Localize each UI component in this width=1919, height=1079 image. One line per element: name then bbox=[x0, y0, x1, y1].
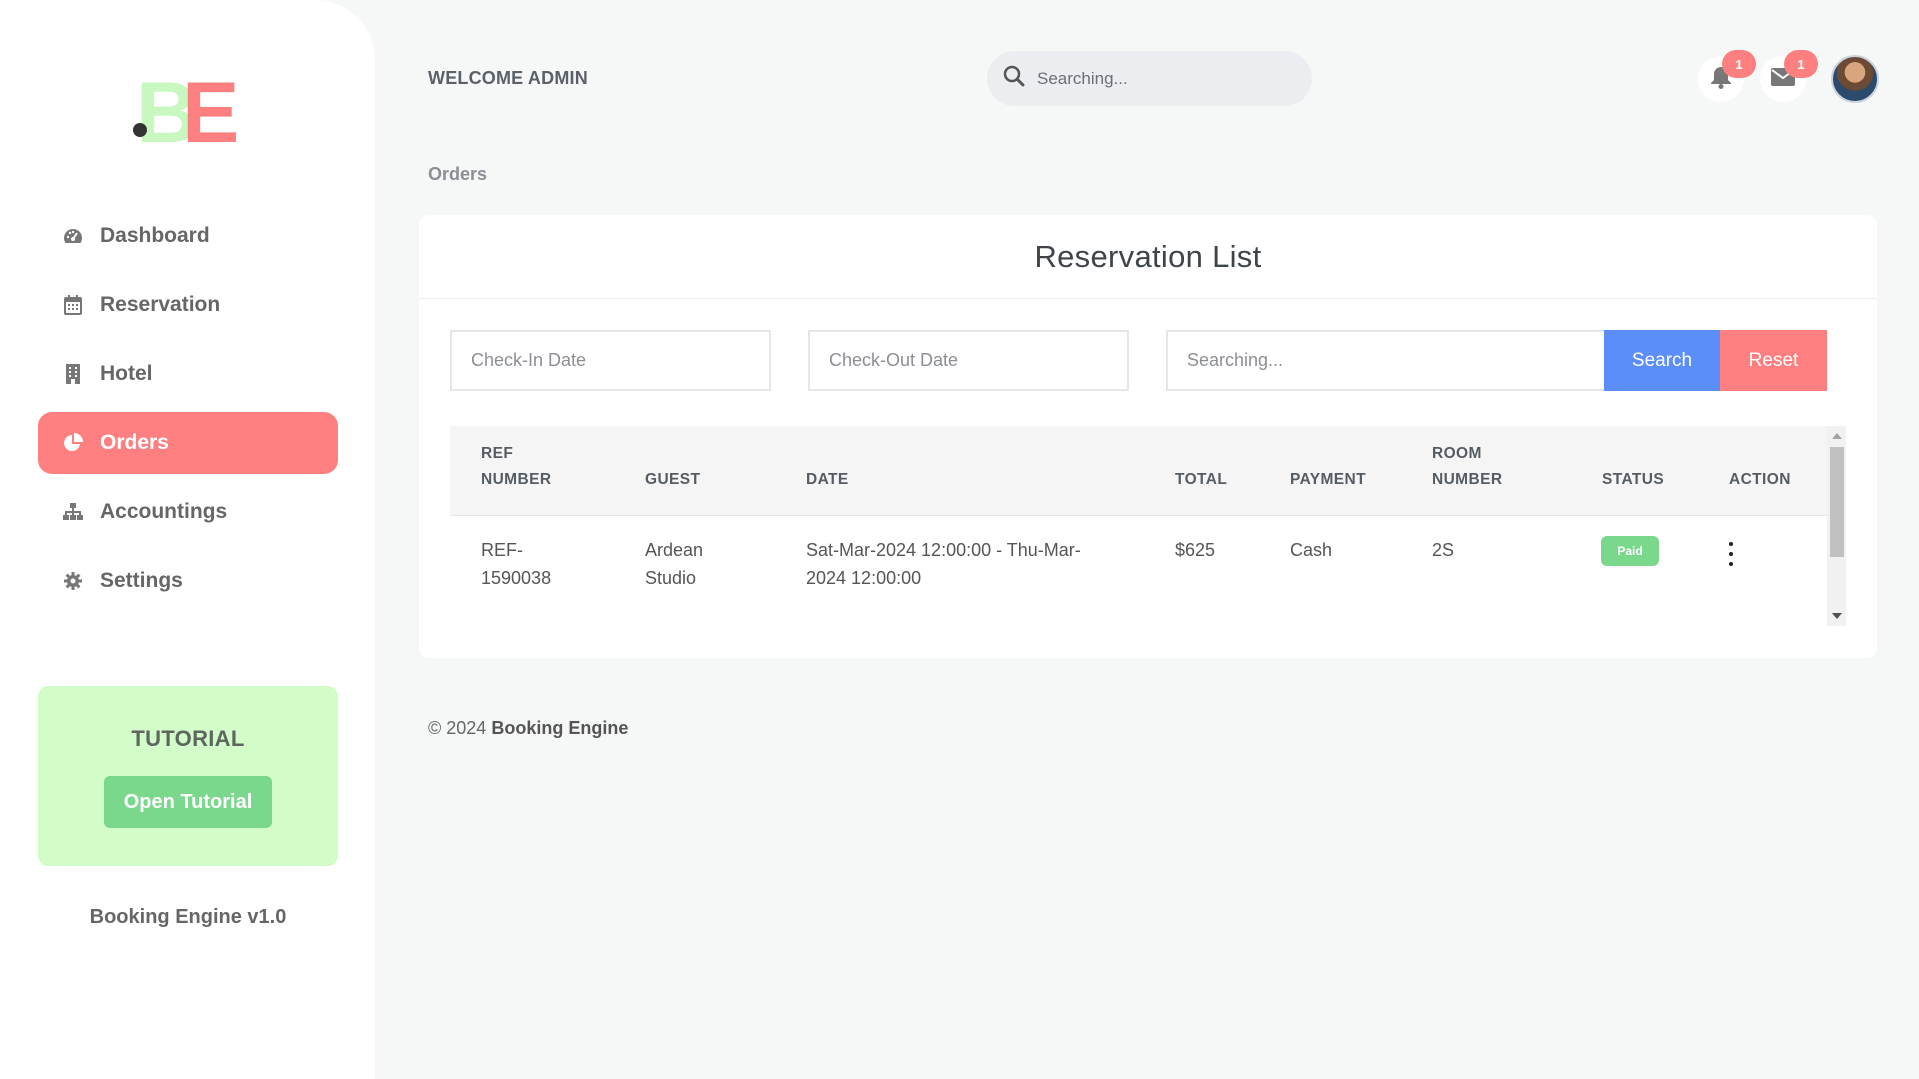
scroll-down-arrow-icon[interactable] bbox=[1832, 613, 1842, 619]
sidebar-item-accountings[interactable]: Accountings bbox=[38, 481, 338, 543]
search-button[interactable]: Search bbox=[1604, 330, 1720, 391]
sidebar-item-dashboard[interactable]: Dashboard bbox=[38, 205, 338, 267]
sidebar-item-reservation[interactable]: Reservation bbox=[38, 274, 338, 336]
tutorial-title: TUTORIAL bbox=[131, 726, 245, 751]
brand-logo[interactable]: B E bbox=[130, 68, 240, 148]
footer-brand: Booking Engine bbox=[491, 718, 629, 738]
sidebar-nav: Dashboard Reservation Hotel Orders Accou… bbox=[38, 205, 338, 619]
breadcrumb: Orders bbox=[428, 164, 488, 184]
cell-payment: Cash bbox=[1290, 540, 1333, 560]
sidebar-item-settings[interactable]: Settings bbox=[38, 550, 338, 612]
cell-date: Sat-Mar-2024 12:00:00 - Thu-Mar- 2024 12:… bbox=[806, 540, 1081, 588]
search-icon[interactable] bbox=[1003, 65, 1025, 92]
column-header-room-number[interactable]: ROOM NUMBER bbox=[1432, 441, 1502, 493]
messages-button[interactable]: 1 bbox=[1760, 50, 1818, 102]
reset-button[interactable]: Reset bbox=[1720, 330, 1827, 391]
column-header-action[interactable]: ACTION bbox=[1729, 467, 1791, 493]
messages-badge: 1 bbox=[1784, 50, 1818, 78]
header-search-input[interactable] bbox=[1037, 68, 1287, 89]
filter-bar: Search Reset bbox=[450, 330, 1846, 392]
svg-text:E: E bbox=[182, 68, 239, 148]
gear-icon bbox=[62, 570, 84, 592]
pie-chart-icon bbox=[62, 432, 84, 454]
sidebar-item-hotel[interactable]: Hotel bbox=[38, 343, 338, 405]
reservation-list-card: Reservation List Search Reset REFNUMBER … bbox=[419, 215, 1877, 658]
welcome-text: WELCOME ADMIN bbox=[428, 68, 588, 88]
header-search bbox=[987, 51, 1312, 106]
sidebar-item-label: Hotel bbox=[100, 362, 153, 385]
table-header: REF NUMBER GUEST DATE TOTAL PAYMENT ROOM N… bbox=[450, 426, 1827, 516]
table-scrollbar[interactable] bbox=[1827, 426, 1846, 626]
sidebar-item-label: Reservation bbox=[100, 293, 221, 316]
column-header-date[interactable]: DATE bbox=[806, 467, 849, 493]
cell-room-number: 2S bbox=[1432, 540, 1455, 560]
sidebar: B E Dashboard Reservation Hotel Orders A… bbox=[0, 0, 375, 1079]
card-title: Reservation List bbox=[419, 215, 1877, 299]
column-header-payment[interactable]: PAYMENT bbox=[1290, 467, 1366, 493]
scroll-up-arrow-icon[interactable] bbox=[1832, 433, 1842, 439]
calendar-icon bbox=[62, 294, 84, 316]
user-avatar[interactable] bbox=[1831, 55, 1879, 103]
row-action-menu-icon[interactable] bbox=[1725, 542, 1737, 566]
status-badge: Paid bbox=[1601, 536, 1659, 566]
sidebar-item-label: Orders bbox=[100, 431, 169, 454]
sidebar-item-label: Dashboard bbox=[100, 224, 210, 247]
column-header-ref-number[interactable]: REF NUMBER bbox=[481, 441, 551, 493]
cell-guest: Ardean Studio bbox=[645, 540, 704, 588]
building-icon bbox=[62, 363, 84, 385]
check-out-date-input[interactable] bbox=[808, 330, 1129, 391]
sidebar-item-orders[interactable]: Orders bbox=[38, 412, 338, 474]
open-tutorial-button[interactable]: Open Tutorial bbox=[104, 776, 272, 828]
cell-total: $625 bbox=[1175, 540, 1216, 560]
sidebar-item-label: Accountings bbox=[100, 500, 228, 523]
sidebar-item-label: Settings bbox=[100, 569, 183, 592]
column-header-total[interactable]: TOTAL bbox=[1175, 467, 1227, 493]
column-header-status[interactable]: STATUS bbox=[1602, 467, 1664, 493]
app-version: Booking Engine v1.0 bbox=[89, 906, 287, 928]
sitemap-icon bbox=[62, 501, 84, 523]
notifications-button[interactable]: 1 bbox=[1698, 50, 1756, 102]
cell-ref-number: REF- 1590038 bbox=[481, 540, 552, 588]
tutorial-panel: TUTORIAL Open Tutorial bbox=[38, 686, 338, 866]
reservation-search-input[interactable] bbox=[1166, 330, 1606, 391]
check-in-date-input[interactable] bbox=[450, 330, 771, 391]
notifications-badge: 1 bbox=[1722, 50, 1756, 78]
column-header-guest[interactable]: GUEST bbox=[645, 467, 700, 493]
dashboard-icon bbox=[62, 225, 84, 247]
scrollbar-thumb[interactable] bbox=[1830, 447, 1844, 557]
footer-copyright: © 2024 bbox=[428, 718, 487, 738]
reservations-table: REF NUMBER GUEST DATE TOTAL PAYMENT ROOM N… bbox=[450, 426, 1846, 626]
footer: © 2024 Booking Engine bbox=[428, 718, 628, 739]
